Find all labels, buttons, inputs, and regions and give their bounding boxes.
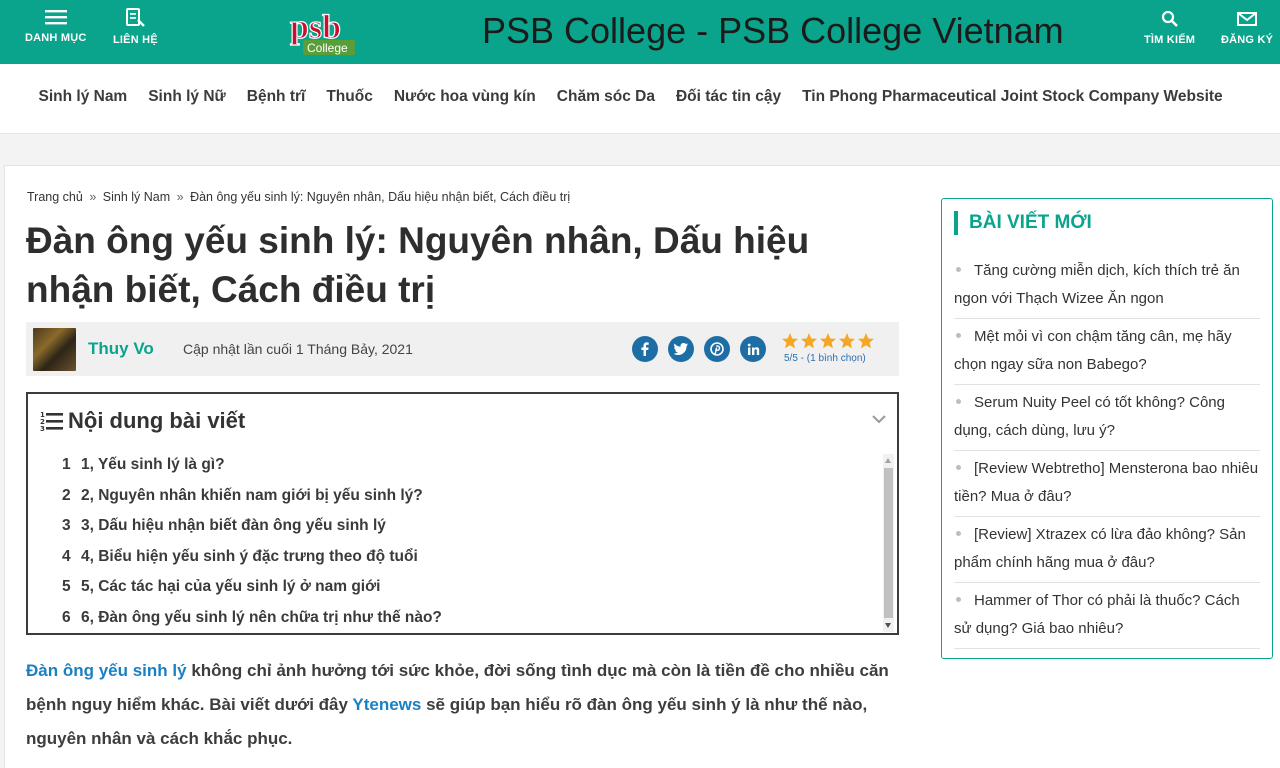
content-area: Trang chủ » Sinh lý Nam » Đàn ông yếu si… [4,165,1280,768]
scroll-up-arrow-icon[interactable] [885,458,891,463]
nav-item-sinh-ly-nu[interactable]: Sinh lý Nữ [138,88,237,106]
site-logo[interactable]: psb College [288,6,358,58]
linkedin-icon[interactable] [740,336,766,362]
facebook-icon[interactable] [632,336,658,362]
rating-summary: 5/5 - (1 bình chọn) [784,353,866,364]
hamburger-icon [44,10,67,25]
toc-header[interactable]: 1 2 3 Nội dung bài viết [40,408,245,434]
star-icon[interactable] [781,332,799,350]
nav-item-doi-tac[interactable]: Đối tác tin cậy [665,88,791,106]
register-button[interactable]: ĐĂNG KÝ [1221,10,1273,46]
author-name[interactable]: Thuy Vo [88,339,154,359]
ytenews-link[interactable]: Ytenews [352,695,421,714]
numbered-list-icon: 1 2 3 [40,411,63,432]
recent-posts-widget: BÀI VIẾT MỚI Tăng cường miễn dịch, kích … [941,198,1273,659]
menu-label: DANH MỤC [25,32,87,44]
updated-date: Cập nhật lần cuối 1 Tháng Bảy, 2021 [183,341,413,357]
search-icon [1161,10,1178,27]
star-icon[interactable] [838,332,856,350]
chevron-down-icon[interactable] [871,414,887,424]
register-label: ĐĂNG KÝ [1221,34,1274,46]
pinterest-icon[interactable] [704,336,730,362]
breadcrumb-home[interactable]: Trang chủ [27,190,83,204]
table-of-contents: 1 2 3 Nội dung bài viết 1 1, Yếu sinh lý … [26,392,899,635]
search-button[interactable]: TÌM KIẾM [1144,10,1195,46]
bullet-icon [956,333,961,339]
search-label: TÌM KIẾM [1144,34,1196,46]
nav-item-nuoc-hoa[interactable]: Nước hoa vùng kín [383,88,546,106]
recent-post-link[interactable]: Mệt mỏi vì con chậm tăng cân, mẹ hãy chọ… [954,319,1260,385]
post-meta: Thuy Vo Cập nhật lần cuối 1 Tháng Bảy, 2… [26,322,899,376]
bullet-icon [956,531,961,537]
star-icon[interactable] [800,332,818,350]
recent-post-link[interactable]: Hammer of Thor có phải là thuốc? Cách sử… [954,583,1260,649]
star-icon[interactable] [857,332,875,350]
accent-bar [954,211,958,235]
svg-text:3: 3 [40,425,45,432]
bullet-icon [956,267,961,273]
breadcrumb-category[interactable]: Sinh lý Nam [103,190,170,204]
nav-item-benh-tri[interactable]: Bệnh trĩ [236,88,316,106]
toc-scrollbar[interactable] [883,454,894,632]
page-title: Đàn ông yếu sinh lý: Nguyên nhân, Dấu hi… [26,220,810,310]
widget-header: BÀI VIẾT MỚI [954,211,1092,235]
bullet-icon [956,465,961,471]
breadcrumb-separator: » [176,190,184,204]
nav-item-tin-phong[interactable]: Tin Phong Pharmaceutical Joint Stock Com… [792,88,1234,106]
widget-title: BÀI VIẾT MỚI [969,212,1092,233]
mail-icon [1237,12,1258,26]
menu-button[interactable]: DANH MỤC [25,8,86,44]
toc-title: Nội dung bài viết [68,408,246,433]
contact-button[interactable]: LIÊN HỆ [113,8,158,46]
site-title[interactable]: PSB College - PSB College Vietnam [482,10,1064,52]
recent-post-link[interactable]: Serum Nuity Peel có tốt không? Công dụng… [954,385,1260,451]
bullet-icon [956,597,961,603]
twitter-icon[interactable] [668,336,694,362]
scroll-thumb[interactable] [884,468,893,618]
author-avatar[interactable] [33,328,76,371]
star-rating[interactable] [781,332,875,350]
toc-item[interactable]: 3 3, Dấu hiệu nhận biết đàn ông yếu sinh … [62,517,442,548]
toc-item[interactable]: 4 4, Biểu hiện yếu sinh ý đặc trưng theo … [62,548,442,579]
star-icon[interactable] [819,332,837,350]
breadcrumb: Trang chủ » Sinh lý Nam » Đàn ông yếu si… [27,190,570,204]
main-nav: Sinh lý Nam Sinh lý Nữ Bệnh trĩ Thuốc Nư… [0,64,1280,134]
keyword-link[interactable]: Đàn ông yếu sinh lý [26,661,187,680]
recent-post-link[interactable]: [Review Webtretho] Mensterona bao nhiêu … [954,451,1260,517]
toc-item[interactable]: 1 1, Yếu sinh lý là gì? [62,456,442,487]
recent-post-link[interactable]: [Review] Xtrazex có lừa đảo không? Sản p… [954,517,1260,583]
recent-post-link[interactable]: Tăng cường miễn dịch, kích thích trẻ ăn … [954,253,1260,319]
svg-text:College: College [307,41,348,55]
bullet-icon [956,399,961,405]
recent-posts-list: Tăng cường miễn dịch, kích thích trẻ ăn … [954,253,1260,649]
contact-label: LIÊN HỆ [113,34,158,46]
nav-item-cham-soc-da[interactable]: Chăm sóc Da [546,88,665,106]
toc-item[interactable]: 6 6, Đàn ông yếu sinh lý nên chữa trị như… [62,609,442,640]
top-bar: DANH MỤC LIÊN HỆ psb College PSB College… [0,0,1280,64]
contact-form-icon [126,8,146,27]
toc-list: 1 1, Yếu sinh lý là gì? 2 2, Nguyên nhân k… [62,456,442,639]
nav-item-thuoc[interactable]: Thuốc [316,88,384,106]
toc-item[interactable]: 2 2, Nguyên nhân khiến nam giới bị yếu si… [62,487,442,518]
article-intro: Đàn ông yếu sinh lý không chỉ ảnh hưởng … [26,654,896,756]
breadcrumb-separator: » [89,190,97,204]
scroll-down-arrow-icon[interactable] [885,623,891,628]
nav-item-sinh-ly-nam[interactable]: Sinh lý Nam [28,88,138,106]
toc-item[interactable]: 5 5, Các tác hại của yếu sinh lý ở nam gi… [62,578,442,609]
breadcrumb-current: Đàn ông yếu sinh lý: Nguyên nhân, Dấu hi… [190,190,571,204]
